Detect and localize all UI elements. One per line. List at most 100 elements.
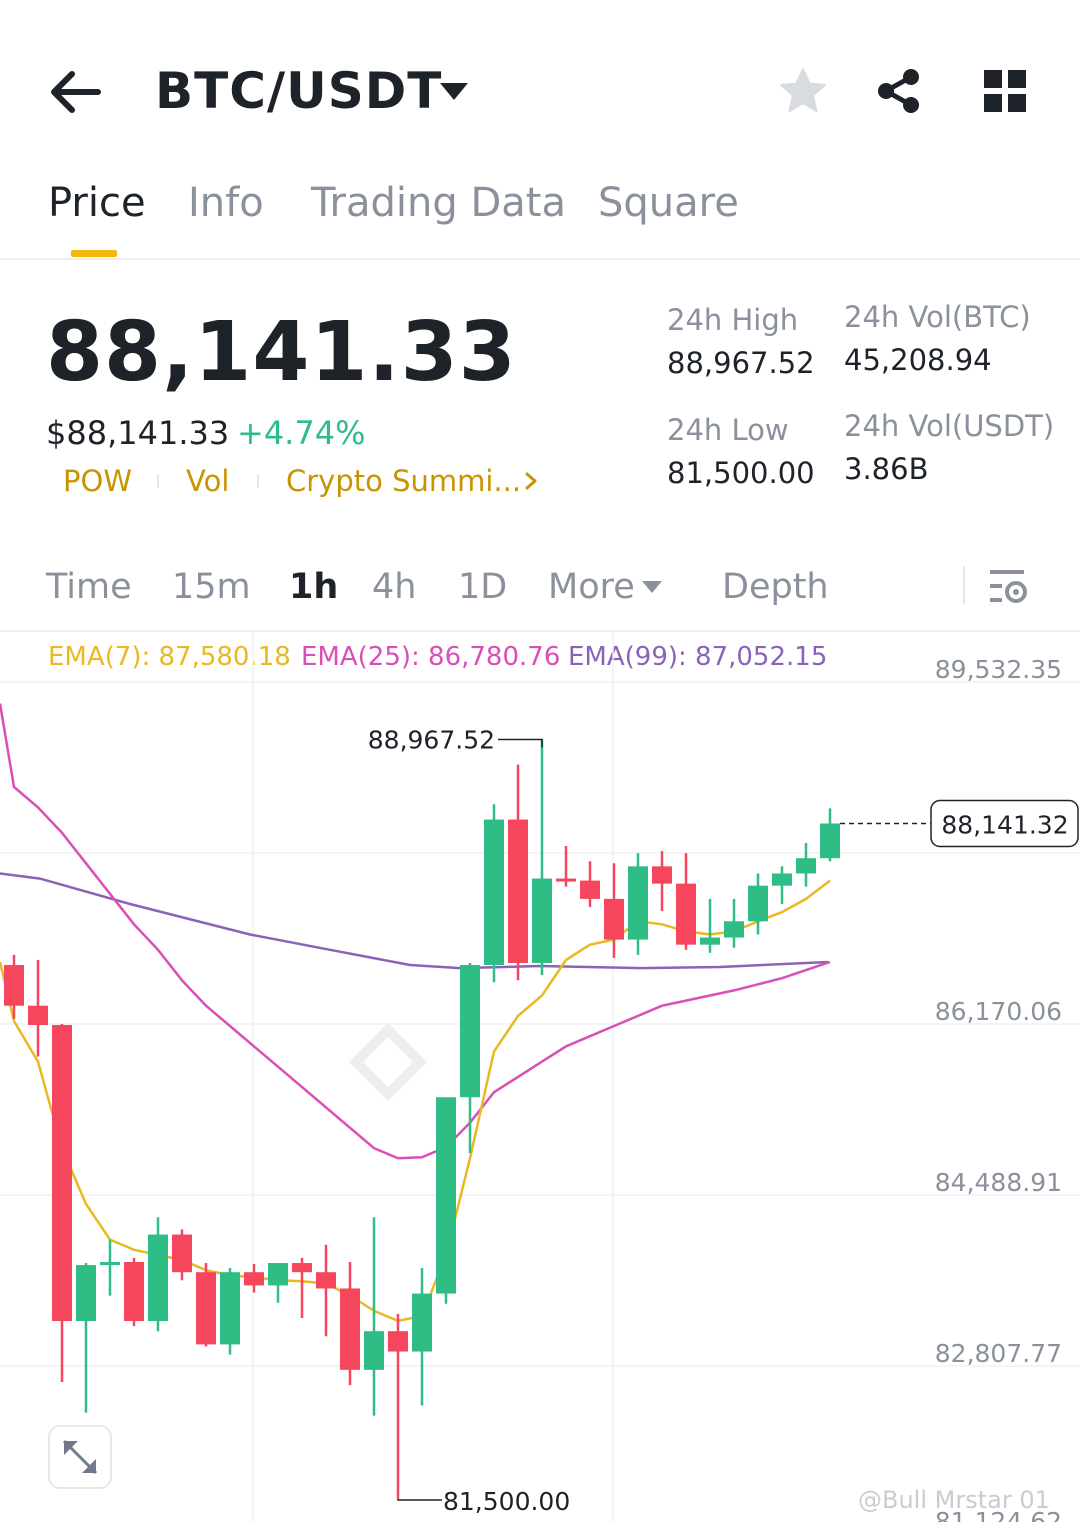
tag-vol[interactable]: Vol	[186, 464, 229, 498]
interval-time[interactable]: Time	[46, 567, 132, 607]
ema7-line	[0, 879, 831, 1323]
candlestick-chart[interactable]: 89,532.3586,170.0684,488.9182,807.7781,1…	[0, 632, 1080, 1522]
candle-down	[316, 1244, 336, 1337]
vol-btc-value: 45,208.94	[844, 343, 992, 377]
interval-depth[interactable]: Depth	[722, 567, 829, 607]
expand-chart-button[interactable]	[48, 1425, 112, 1489]
interval-15m[interactable]: 15m	[172, 567, 251, 607]
candle-up	[700, 898, 720, 953]
candle-body	[652, 866, 672, 884]
candle-down	[340, 1262, 360, 1386]
binance-watermark-icon	[348, 1022, 428, 1102]
candle-body	[172, 1234, 192, 1273]
candle-body	[484, 819, 504, 966]
tag-pow[interactable]: POW	[63, 464, 132, 498]
tab-info[interactable]: Info	[188, 180, 264, 226]
candle-up	[412, 1268, 432, 1406]
ema25-line	[0, 703, 831, 1160]
candle-up	[820, 808, 840, 862]
low-24h-value: 81,500.00	[667, 456, 815, 490]
candle-body	[748, 885, 768, 922]
candle-body	[436, 1097, 456, 1294]
candle-down	[292, 1257, 312, 1318]
candle-body	[148, 1234, 168, 1322]
tab-trading-data[interactable]: Trading Data	[311, 180, 566, 226]
pair-title[interactable]: BTC/USDT	[155, 62, 442, 120]
candle-down	[556, 846, 576, 887]
candle-up	[100, 1239, 120, 1296]
ema99-line	[0, 872, 829, 970]
candle-down	[4, 954, 24, 1019]
candle-up	[532, 739, 552, 976]
candle-down	[52, 1024, 72, 1383]
candle-down	[604, 863, 624, 958]
candle-down	[196, 1263, 216, 1347]
chart-settings-icon[interactable]	[988, 566, 1030, 606]
y-axis-tick-label: 82,807.77	[935, 1339, 1062, 1368]
candle-up	[628, 853, 648, 955]
y-axis-tick-label: 84,488.91	[935, 1168, 1062, 1197]
vol-usdt-value: 3.86B	[844, 452, 929, 486]
candle-down	[172, 1229, 192, 1281]
candle-body	[292, 1263, 312, 1273]
high-marker-line	[498, 738, 543, 748]
dropdown-caret-icon[interactable]	[438, 80, 470, 104]
candle-up	[436, 1097, 456, 1304]
y-axis-tick-label: 86,170.06	[935, 997, 1062, 1026]
active-tab-indicator	[71, 250, 117, 257]
candle-up	[772, 866, 792, 904]
chevron-right-icon[interactable]	[522, 468, 542, 494]
low-24h-label: 24h Low	[667, 413, 789, 447]
tag-crypto-summit[interactable]: Crypto Summi...	[286, 464, 521, 498]
candle-down	[28, 959, 48, 1057]
candle-body	[4, 965, 24, 1006]
candle-body	[124, 1262, 144, 1322]
candle-body	[340, 1288, 360, 1370]
candle-body	[244, 1272, 264, 1286]
candle-body	[580, 880, 600, 899]
candle-down	[508, 764, 528, 981]
interval-1d[interactable]: 1D	[458, 567, 507, 607]
candle-body	[268, 1263, 288, 1286]
interval-1h[interactable]: 1h	[289, 567, 338, 607]
candle-body	[772, 873, 792, 886]
vol-usdt-label: 24h Vol(USDT)	[844, 409, 1055, 443]
candle-up	[796, 842, 816, 887]
high-24h-label: 24h High	[667, 303, 799, 337]
star-icon[interactable]	[778, 66, 828, 116]
interval-4h[interactable]: 4h	[372, 567, 416, 607]
candle-down	[244, 1264, 264, 1293]
more-caret-icon[interactable]	[640, 578, 664, 596]
tab-price[interactable]: Price	[48, 180, 146, 226]
vol-btc-label: 24h Vol(BTC)	[844, 300, 1031, 334]
candle-body	[412, 1293, 432, 1352]
candle-up	[724, 898, 744, 948]
candle-body	[28, 1005, 48, 1026]
candle-body	[52, 1025, 72, 1322]
candle-body	[700, 937, 720, 945]
high-24h-value: 88,967.52	[667, 346, 815, 380]
back-arrow-icon[interactable]	[50, 68, 102, 116]
price-change-percent: +4.74%	[237, 414, 366, 452]
interval-more[interactable]: More	[548, 567, 635, 607]
candle-body	[460, 965, 480, 1098]
usd-price: $88,141.33	[46, 414, 230, 452]
candle-body	[76, 1265, 96, 1322]
candle-body	[724, 921, 744, 938]
candle-body	[628, 866, 648, 940]
candle-up	[268, 1263, 288, 1303]
last-price: 88,141.33	[46, 305, 517, 400]
current-price-label: 88,141.32	[941, 810, 1068, 839]
tag-separator	[257, 474, 259, 488]
candle-up	[220, 1268, 240, 1355]
tab-square[interactable]: Square	[598, 180, 739, 226]
candle-up	[148, 1217, 168, 1332]
grid-icon[interactable]	[982, 68, 1028, 114]
watermark-text: @Bull Mrstar 01	[858, 1486, 1050, 1514]
candle-down	[580, 861, 600, 908]
candle-up	[76, 1263, 96, 1413]
candle-down	[124, 1257, 144, 1327]
candle-body	[220, 1272, 240, 1345]
share-icon[interactable]	[874, 66, 924, 116]
candle-body	[100, 1262, 120, 1266]
